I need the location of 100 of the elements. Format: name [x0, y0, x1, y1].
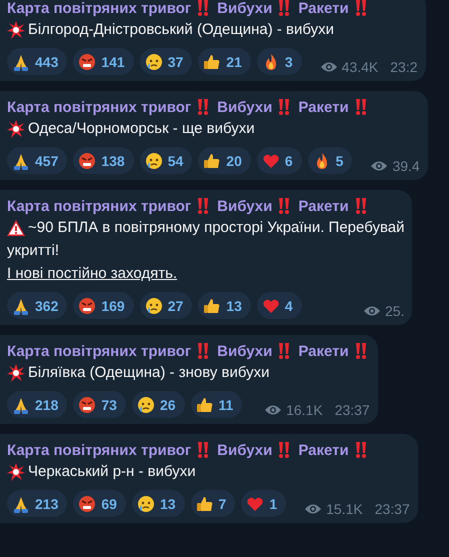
- exclamation-icon: [354, 0, 368, 17]
- reaction-button[interactable]: 11: [190, 391, 242, 418]
- angry-face-icon: [78, 296, 96, 314]
- channel-name: Ракети: [298, 342, 349, 360]
- views-icon: [363, 305, 382, 317]
- channel-name: Карта повітряних тривог: [7, 198, 192, 214]
- pray-icon: [12, 396, 30, 414]
- thumbs-up-icon: [203, 52, 222, 70]
- channel-name: Карта повітряних тривог: [7, 0, 192, 16]
- view-count: 25.: [385, 303, 404, 319]
- channel-name: Вибухи: [217, 98, 272, 116]
- view-count: 39.4: [392, 158, 420, 174]
- reaction-button[interactable]: 21: [198, 48, 251, 75]
- message-text: Черкаський р-н - вибухи: [28, 462, 196, 482]
- crying-face-icon: [144, 152, 163, 170]
- reaction-button[interactable]: 27: [140, 292, 192, 319]
- reaction-button[interactable]: 169: [73, 292, 134, 319]
- reaction-button[interactable]: 218: [7, 391, 68, 418]
- exclamation-icon: [277, 197, 292, 215]
- angry-face-icon: [78, 494, 96, 512]
- channel-name: Ракети: [298, 442, 349, 458]
- thumbs-up-icon: [196, 494, 214, 512]
- reaction-button[interactable]: 3: [256, 48, 302, 75]
- crying-face-icon: [144, 52, 163, 70]
- message-text: Біляївка (Одещина) - знову вибухи: [28, 363, 270, 383]
- crying-face-icon: [136, 396, 155, 414]
- channel-name: Вибухи: [217, 0, 272, 16]
- view-count: 16.1K: [286, 402, 323, 418]
- views-icon: [264, 404, 282, 416]
- exclamation-icon: [354, 98, 368, 116]
- warning-icon: [7, 219, 25, 237]
- exclamation-icon: [277, 0, 292, 17]
- channel-name: Ракети: [298, 198, 349, 214]
- reaction-button[interactable]: 1: [241, 490, 286, 517]
- crying-face-icon: [136, 494, 155, 512]
- message-text: укритті!: [7, 241, 60, 261]
- channel-name: Ракети: [298, 0, 349, 16]
- reaction-button[interactable]: 5: [308, 147, 352, 174]
- thumbs-up-icon: [196, 396, 214, 414]
- channel-name: Карта повітряних тривог: [7, 442, 192, 458]
- channel-name: Карта повітряних тривог: [7, 342, 192, 360]
- exclamation-icon: [196, 342, 210, 360]
- reaction-button[interactable]: 213: [7, 490, 68, 517]
- message-link[interactable]: І нові постійно заходять.: [7, 264, 178, 284]
- exclamation-icon: [196, 0, 210, 17]
- pray-icon: [12, 152, 30, 170]
- reaction-button[interactable]: 138: [73, 147, 134, 174]
- pray-icon: [12, 494, 30, 512]
- pray-icon: [12, 52, 30, 70]
- reaction-button[interactable]: 4: [256, 292, 302, 319]
- explosion-icon: [7, 463, 25, 481]
- reaction-button[interactable]: 6: [256, 147, 302, 174]
- pray-icon: [12, 296, 30, 314]
- reaction-button[interactable]: 54: [140, 147, 192, 174]
- message-time: 23:37: [374, 501, 410, 517]
- views-icon: [320, 61, 338, 73]
- view-count: 15.1K: [326, 501, 363, 517]
- explosion-icon: [7, 364, 25, 382]
- reaction-button[interactable]: 7: [190, 490, 236, 517]
- message-text: Одеса/Чорноморськ - ще вибухи: [28, 119, 255, 139]
- exclamation-icon: [354, 197, 368, 215]
- reaction-button[interactable]: 13: [132, 490, 185, 517]
- explosion-icon: [7, 120, 25, 138]
- thumbs-up-icon: [203, 152, 222, 170]
- reaction-button[interactable]: 141: [73, 48, 134, 75]
- message-time: 23:37: [334, 402, 370, 418]
- exclamation-icon: [277, 441, 292, 459]
- explosion-icon: [7, 21, 25, 39]
- reaction-button[interactable]: 13: [198, 292, 251, 319]
- reaction-button[interactable]: 443: [7, 48, 68, 75]
- exclamation-icon: [196, 98, 210, 116]
- crying-face-icon: [144, 296, 163, 314]
- angry-face-icon: [78, 396, 96, 414]
- channel-name: Ракети: [298, 98, 349, 116]
- views-icon: [370, 160, 388, 172]
- message-text: Білгород-Дністровський (Одещина) - вибухи: [28, 20, 334, 40]
- reaction-button[interactable]: 69: [73, 490, 126, 517]
- channel-name: Вибухи: [217, 342, 272, 360]
- reaction-button[interactable]: 26: [132, 391, 185, 418]
- views-icon: [304, 503, 322, 515]
- exclamation-icon: [354, 342, 368, 360]
- exclamation-icon: [354, 441, 368, 459]
- view-count: 43.4K: [342, 59, 378, 75]
- channel-name: Вибухи: [217, 442, 272, 458]
- exclamation-icon: [277, 342, 292, 360]
- channel-name: Карта повітряних тривог: [7, 98, 192, 116]
- angry-face-icon: [78, 52, 96, 70]
- reaction-button[interactable]: 362: [7, 292, 68, 319]
- message-time: 23:2: [390, 59, 418, 75]
- angry-face-icon: [78, 152, 96, 170]
- reaction-button[interactable]: 20: [198, 147, 251, 174]
- channel-name: Вибухи: [217, 198, 272, 214]
- reaction-button[interactable]: 457: [7, 147, 68, 174]
- exclamation-icon: [196, 441, 210, 459]
- reaction-button[interactable]: 73: [73, 391, 126, 418]
- thumbs-up-icon: [203, 296, 222, 314]
- exclamation-icon: [277, 98, 292, 116]
- exclamation-icon: [196, 197, 210, 215]
- reaction-button[interactable]: 37: [140, 48, 192, 75]
- message-text: ~90 БПЛА в повітряному просторі України. Перебувай: [28, 218, 404, 238]
